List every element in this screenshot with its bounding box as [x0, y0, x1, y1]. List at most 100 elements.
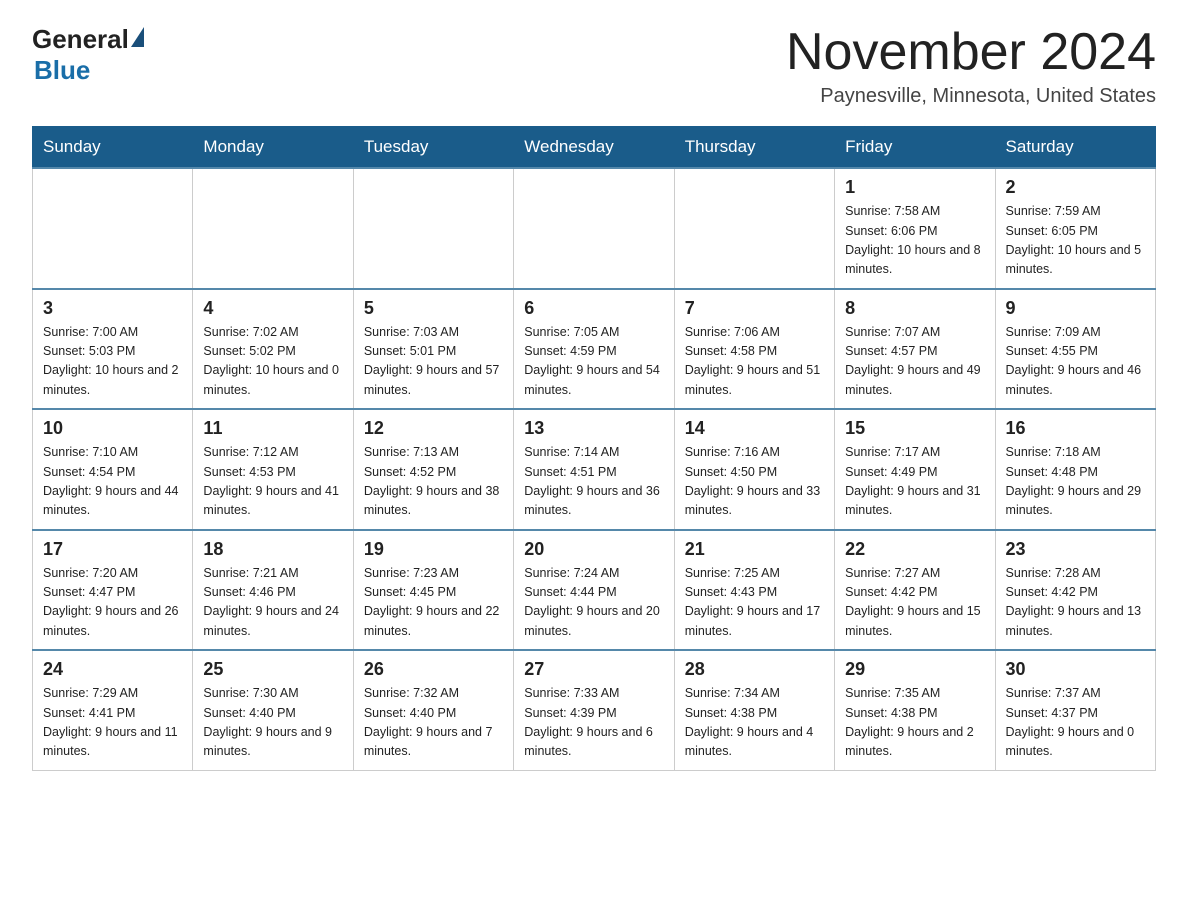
calendar-week-row: 24 Sunrise: 7:29 AM Sunset: 4:41 PM Dayli… [33, 650, 1156, 770]
day-info: Sunrise: 7:07 AM Sunset: 4:57 PM Dayligh… [845, 323, 984, 401]
calendar-table: SundayMondayTuesdayWednesdayThursdayFrid… [32, 126, 1156, 771]
logo: General Blue [32, 24, 146, 86]
day-number: 26 [364, 659, 503, 680]
calendar-day-cell: 2 Sunrise: 7:59 AM Sunset: 6:05 PM Daylig… [995, 168, 1155, 289]
weekday-header-cell: Saturday [995, 127, 1155, 169]
day-number: 24 [43, 659, 182, 680]
calendar-day-cell: 19Sunrise: 7:23 AM Sunset: 4:45 PM Dayli… [353, 530, 513, 651]
day-number: 20 [524, 539, 663, 560]
day-number: 25 [203, 659, 342, 680]
calendar-day-cell: 7 Sunrise: 7:06 AM Sunset: 4:58 PM Daylig… [674, 289, 834, 410]
page-header: General Blue November 2024 Paynesville, … [32, 24, 1156, 108]
calendar-day-cell: 24 Sunrise: 7:29 AM Sunset: 4:41 PM Dayli… [33, 650, 193, 770]
calendar-day-cell: 16Sunrise: 7:18 AM Sunset: 4:48 PM Dayli… [995, 409, 1155, 530]
day-info: Sunrise: 7:17 AM Sunset: 4:49 PM Dayligh… [845, 443, 984, 521]
calendar-day-cell: 5 Sunrise: 7:03 AM Sunset: 5:01 PM Daylig… [353, 289, 513, 410]
day-info: Sunrise: 7:18 AM Sunset: 4:48 PM Dayligh… [1006, 443, 1145, 521]
location-title: Paynesville, Minnesota, United States [786, 85, 1156, 108]
day-info: Sunrise: 7:25 AM Sunset: 4:43 PM Dayligh… [685, 564, 824, 642]
logo-general-text: General [32, 24, 129, 55]
day-number: 13 [524, 418, 663, 439]
day-info: Sunrise: 7:27 AM Sunset: 4:42 PM Dayligh… [845, 564, 984, 642]
day-info: Sunrise: 7:34 AM Sunset: 4:38 PM Dayligh… [685, 684, 824, 762]
day-info: Sunrise: 7:24 AM Sunset: 4:44 PM Dayligh… [524, 564, 663, 642]
calendar-week-row: 3Sunrise: 7:00 AM Sunset: 5:03 PM Daylig… [33, 289, 1156, 410]
weekday-header-cell: Sunday [33, 127, 193, 169]
day-number: 18 [203, 539, 342, 560]
day-number: 29 [845, 659, 984, 680]
day-number: 14 [685, 418, 824, 439]
day-number: 22 [845, 539, 984, 560]
day-number: 1 [845, 177, 984, 198]
calendar-week-row: 1 Sunrise: 7:58 AM Sunset: 6:06 PM Daylig… [33, 168, 1156, 289]
calendar-body: 1 Sunrise: 7:58 AM Sunset: 6:06 PM Daylig… [33, 168, 1156, 770]
day-number: 10 [43, 418, 182, 439]
day-info: Sunrise: 7:21 AM Sunset: 4:46 PM Dayligh… [203, 564, 342, 642]
day-number: 28 [685, 659, 824, 680]
calendar-day-cell: 14Sunrise: 7:16 AM Sunset: 4:50 PM Dayli… [674, 409, 834, 530]
calendar-day-cell: 22 Sunrise: 7:27 AM Sunset: 4:42 PM Dayli… [835, 530, 995, 651]
day-info: Sunrise: 7:09 AM Sunset: 4:55 PM Dayligh… [1006, 323, 1145, 401]
calendar-day-cell [193, 168, 353, 289]
calendar-day-cell: 12Sunrise: 7:13 AM Sunset: 4:52 PM Dayli… [353, 409, 513, 530]
day-info: Sunrise: 7:58 AM Sunset: 6:06 PM Dayligh… [845, 202, 984, 280]
calendar-day-cell [353, 168, 513, 289]
day-info: Sunrise: 7:32 AM Sunset: 4:40 PM Dayligh… [364, 684, 503, 762]
calendar-day-cell: 23 Sunrise: 7:28 AM Sunset: 4:42 PM Dayli… [995, 530, 1155, 651]
calendar-day-cell: 4 Sunrise: 7:02 AM Sunset: 5:02 PM Daylig… [193, 289, 353, 410]
day-info: Sunrise: 7:20 AM Sunset: 4:47 PM Dayligh… [43, 564, 182, 642]
calendar-day-cell: 9 Sunrise: 7:09 AM Sunset: 4:55 PM Daylig… [995, 289, 1155, 410]
day-info: Sunrise: 7:59 AM Sunset: 6:05 PM Dayligh… [1006, 202, 1145, 280]
day-number: 11 [203, 418, 342, 439]
day-info: Sunrise: 7:00 AM Sunset: 5:03 PM Dayligh… [43, 323, 182, 401]
day-info: Sunrise: 7:35 AM Sunset: 4:38 PM Dayligh… [845, 684, 984, 762]
day-number: 30 [1006, 659, 1145, 680]
calendar-day-cell: 26 Sunrise: 7:32 AM Sunset: 4:40 PM Dayli… [353, 650, 513, 770]
day-number: 23 [1006, 539, 1145, 560]
calendar-day-cell: 27Sunrise: 7:33 AM Sunset: 4:39 PM Dayli… [514, 650, 674, 770]
day-number: 15 [845, 418, 984, 439]
calendar-day-cell: 29 Sunrise: 7:35 AM Sunset: 4:38 PM Dayli… [835, 650, 995, 770]
day-info: Sunrise: 7:28 AM Sunset: 4:42 PM Dayligh… [1006, 564, 1145, 642]
day-info: Sunrise: 7:03 AM Sunset: 5:01 PM Dayligh… [364, 323, 503, 401]
calendar-day-cell: 1 Sunrise: 7:58 AM Sunset: 6:06 PM Daylig… [835, 168, 995, 289]
calendar-day-cell: 15 Sunrise: 7:17 AM Sunset: 4:49 PM Dayli… [835, 409, 995, 530]
weekday-header-cell: Tuesday [353, 127, 513, 169]
month-title: November 2024 [786, 24, 1156, 81]
day-number: 4 [203, 298, 342, 319]
calendar-day-cell: 21Sunrise: 7:25 AM Sunset: 4:43 PM Dayli… [674, 530, 834, 651]
day-info: Sunrise: 7:02 AM Sunset: 5:02 PM Dayligh… [203, 323, 342, 401]
calendar-day-cell: 8 Sunrise: 7:07 AM Sunset: 4:57 PM Daylig… [835, 289, 995, 410]
logo-triangle-icon [131, 27, 144, 47]
day-number: 9 [1006, 298, 1145, 319]
day-info: Sunrise: 7:05 AM Sunset: 4:59 PM Dayligh… [524, 323, 663, 401]
calendar-day-cell [674, 168, 834, 289]
calendar-day-cell: 30 Sunrise: 7:37 AM Sunset: 4:37 PM Dayli… [995, 650, 1155, 770]
day-number: 8 [845, 298, 984, 319]
day-info: Sunrise: 7:30 AM Sunset: 4:40 PM Dayligh… [203, 684, 342, 762]
day-info: Sunrise: 7:12 AM Sunset: 4:53 PM Dayligh… [203, 443, 342, 521]
day-number: 2 [1006, 177, 1145, 198]
calendar-day-cell [514, 168, 674, 289]
calendar-day-cell: 6Sunrise: 7:05 AM Sunset: 4:59 PM Daylig… [514, 289, 674, 410]
title-section: November 2024 Paynesville, Minnesota, Un… [786, 24, 1156, 108]
weekday-header-cell: Thursday [674, 127, 834, 169]
calendar-day-cell: 17 Sunrise: 7:20 AM Sunset: 4:47 PM Dayli… [33, 530, 193, 651]
day-info: Sunrise: 7:37 AM Sunset: 4:37 PM Dayligh… [1006, 684, 1145, 762]
calendar-day-cell: 13 Sunrise: 7:14 AM Sunset: 4:51 PM Dayli… [514, 409, 674, 530]
calendar-day-cell: 25 Sunrise: 7:30 AM Sunset: 4:40 PM Dayli… [193, 650, 353, 770]
calendar-day-cell: 28 Sunrise: 7:34 AM Sunset: 4:38 PM Dayli… [674, 650, 834, 770]
calendar-day-cell: 18 Sunrise: 7:21 AM Sunset: 4:46 PM Dayli… [193, 530, 353, 651]
calendar-day-cell [33, 168, 193, 289]
calendar-week-row: 10Sunrise: 7:10 AM Sunset: 4:54 PM Dayli… [33, 409, 1156, 530]
day-info: Sunrise: 7:29 AM Sunset: 4:41 PM Dayligh… [43, 684, 182, 762]
day-number: 17 [43, 539, 182, 560]
calendar-day-cell: 3Sunrise: 7:00 AM Sunset: 5:03 PM Daylig… [33, 289, 193, 410]
day-info: Sunrise: 7:06 AM Sunset: 4:58 PM Dayligh… [685, 323, 824, 401]
calendar-week-row: 17 Sunrise: 7:20 AM Sunset: 4:47 PM Dayli… [33, 530, 1156, 651]
day-info: Sunrise: 7:33 AM Sunset: 4:39 PM Dayligh… [524, 684, 663, 762]
day-info: Sunrise: 7:14 AM Sunset: 4:51 PM Dayligh… [524, 443, 663, 521]
day-number: 5 [364, 298, 503, 319]
calendar-day-cell: 11 Sunrise: 7:12 AM Sunset: 4:53 PM Dayli… [193, 409, 353, 530]
day-number: 7 [685, 298, 824, 319]
